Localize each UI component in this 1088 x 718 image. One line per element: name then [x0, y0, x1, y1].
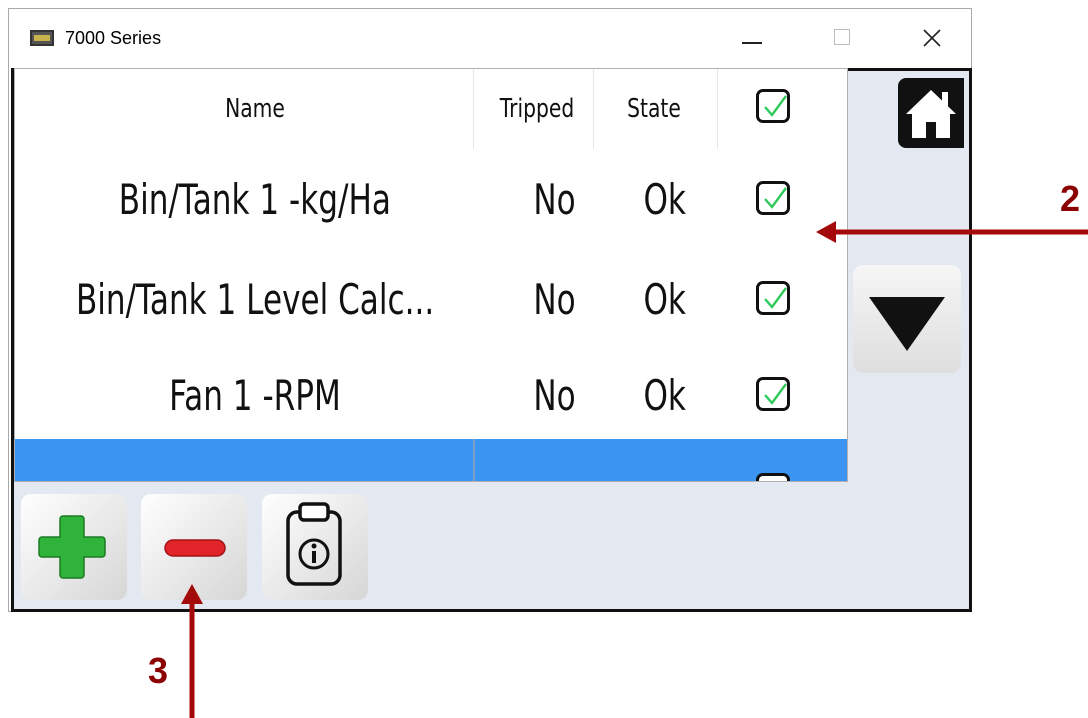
arrow-2 — [816, 221, 1088, 243]
annotation-label-3: 3 — [148, 650, 169, 691]
arrow-3 — [181, 584, 203, 718]
annotation-label-2: 2 — [1060, 178, 1081, 219]
annotation-arrows — [181, 221, 1088, 718]
